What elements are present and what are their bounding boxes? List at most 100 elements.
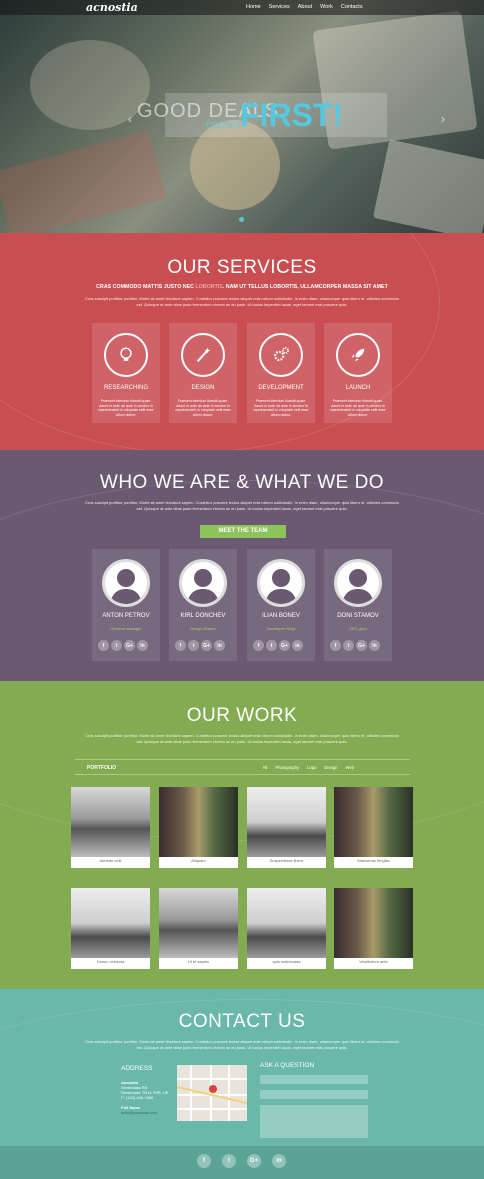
hero-photo-shape bbox=[30, 40, 150, 130]
filter-web[interactable]: Web bbox=[345, 765, 354, 770]
name-input[interactable] bbox=[260, 1075, 368, 1084]
logo[interactable]: acnostia bbox=[86, 1, 138, 14]
top-nav: acnostia Home Services About Work Contac… bbox=[0, 0, 484, 15]
portfolio-item[interactable]: quis malesuada bbox=[247, 888, 326, 969]
gears-icon bbox=[259, 333, 303, 377]
twitter-icon[interactable]: t bbox=[266, 640, 277, 651]
filter-design[interactable]: Design bbox=[324, 765, 337, 770]
avatar bbox=[257, 559, 305, 607]
portfolio-item[interactable]: Donec vehicula bbox=[71, 888, 150, 969]
services-description: Cras suscipit porttitor porttitor. Morbi… bbox=[85, 296, 399, 307]
linkedin-icon[interactable]: in bbox=[214, 640, 225, 651]
portfolio-caption: Aenean velit bbox=[99, 858, 122, 863]
portfolio-filter-bar: PORTFOLIO All Photography Logo Design We… bbox=[75, 759, 410, 775]
portfolio-item[interactable]: Aenean velit bbox=[71, 787, 150, 868]
ask-question-label: ASK A QUESTION bbox=[260, 1062, 315, 1069]
team-member-card[interactable]: KIRL DONCHEV Design Master f t G+ in bbox=[169, 549, 237, 661]
work-description: Cras suscipit porttitor porttitor. Morbi… bbox=[85, 733, 399, 744]
twitter-icon[interactable]: t bbox=[188, 640, 199, 651]
main-menu: Home Services About Work Contacts bbox=[246, 4, 363, 10]
google-plus-icon[interactable]: G+ bbox=[201, 640, 212, 651]
slider-dot[interactable] bbox=[239, 217, 244, 222]
nav-work[interactable]: Work bbox=[320, 4, 333, 10]
portfolio-caption: Vestibulum ante bbox=[359, 959, 388, 964]
service-card-design[interactable]: DESIGN Praesent interdum blandit quam. A… bbox=[169, 323, 237, 423]
team-title: WHO WE ARE & WHAT WE DO bbox=[99, 472, 385, 493]
slide-line-2: comes bbox=[206, 117, 242, 131]
nav-about[interactable]: About bbox=[298, 4, 312, 10]
hero-photo-shape bbox=[372, 139, 484, 233]
portfolio-caption: Maecenas fringilla bbox=[357, 858, 390, 863]
member-role: Developer Ninja bbox=[266, 626, 296, 631]
portfolio-item[interactable]: Suspendisse libero bbox=[247, 787, 326, 868]
service-card-researching[interactable]: RESEARCHING Praesent interdum blandit qu… bbox=[92, 323, 160, 423]
contact-description: Cras suscipit porttitor porttitor. Morbi… bbox=[85, 1039, 399, 1050]
team-section: WHO WE ARE & WHAT WE DO Cras suscipit po… bbox=[0, 450, 484, 681]
twitter-icon[interactable]: t bbox=[343, 640, 354, 651]
portfolio-image bbox=[247, 888, 326, 958]
portfolio-image bbox=[71, 888, 150, 958]
member-name: ILIAN BONEV bbox=[262, 613, 300, 619]
avatar bbox=[179, 559, 227, 607]
google-plus-icon[interactable]: G+ bbox=[124, 640, 135, 651]
service-card-development[interactable]: DEVELOPMENT Praesent interdum blandit qu… bbox=[247, 323, 315, 423]
service-title: LAUNCH bbox=[345, 385, 371, 391]
nav-contacts[interactable]: Contacts bbox=[341, 4, 363, 10]
service-text: Praesent interdum blandit quam. Aeunt in… bbox=[175, 399, 231, 417]
footer bbox=[0, 1146, 484, 1179]
linkedin-icon[interactable]: in bbox=[369, 640, 380, 651]
linkedin-icon[interactable]: in bbox=[137, 640, 148, 651]
filter-all[interactable]: All bbox=[263, 765, 268, 770]
team-member-card[interactable]: DONI STAMOV SEO guru f t G+ in bbox=[324, 549, 392, 661]
location-map[interactable] bbox=[176, 1065, 248, 1121]
facebook-icon[interactable]: f bbox=[253, 640, 264, 651]
team-member-card[interactable]: ANTON PETROV General manager f t G+ in bbox=[92, 549, 160, 661]
nav-services[interactable]: Services bbox=[269, 4, 290, 10]
slider-prev-icon[interactable]: ‹ bbox=[128, 112, 132, 126]
linkedin-icon[interactable]: in bbox=[292, 640, 303, 651]
facebook-icon[interactable]: f bbox=[98, 640, 109, 651]
service-title: RESEARCHING bbox=[103, 385, 148, 391]
google-plus-icon[interactable]: G+ bbox=[356, 640, 367, 651]
service-title: DESIGN bbox=[191, 385, 215, 391]
google-plus-icon[interactable]: G+ bbox=[279, 640, 290, 651]
portfolio-caption: Suspendisse libero bbox=[269, 858, 304, 863]
rocket-icon bbox=[336, 333, 380, 377]
facebook-icon[interactable]: f bbox=[175, 640, 186, 651]
team-member-card[interactable]: ILIAN BONEV Developer Ninja f t G+ in bbox=[247, 549, 315, 661]
facebook-icon[interactable]: f bbox=[330, 640, 341, 651]
services-section: OUR SERVICES CRAS COMMODO MATTIS JUSTO N… bbox=[0, 233, 484, 450]
portfolio-item[interactable]: Maecenas fringilla bbox=[334, 787, 413, 868]
portfolio-caption: quis malesuada bbox=[272, 959, 301, 964]
message-textarea[interactable] bbox=[260, 1105, 368, 1138]
facebook-icon[interactable]: f bbox=[197, 1154, 211, 1168]
member-name: DONI STAMOV bbox=[337, 613, 379, 619]
avatar bbox=[334, 559, 382, 607]
email-input[interactable] bbox=[260, 1090, 368, 1099]
nav-home[interactable]: Home bbox=[246, 4, 261, 10]
subtitle-part: . NAM UT TELLUS LOBORTIS, ULLAMCORPER MA… bbox=[222, 284, 388, 290]
meet-the-team-button[interactable]: MEET THE TEAM bbox=[200, 525, 286, 538]
linkedin-icon[interactable]: in bbox=[272, 1154, 286, 1168]
member-social: f t G+ in bbox=[330, 640, 380, 651]
twitter-icon[interactable]: t bbox=[111, 640, 122, 651]
hero-photo-shape bbox=[0, 130, 167, 233]
email-link[interactable]: hello@acnostia.com bbox=[121, 1110, 169, 1115]
portfolio-caption: Aliquam bbox=[191, 858, 206, 863]
member-role: SEO guru bbox=[349, 626, 367, 631]
member-name: KIRL DONCHEV bbox=[180, 613, 226, 619]
portfolio-item[interactable]: Aliquam bbox=[159, 787, 238, 868]
service-text: Praesent interdum blandit quam. Aeunt in… bbox=[253, 399, 309, 417]
slider-next-icon[interactable]: › bbox=[441, 112, 445, 126]
portfolio-caption: Ut et sapien bbox=[187, 959, 210, 964]
filter-photography[interactable]: Photography bbox=[275, 765, 299, 770]
team-description: Cras suscipit porttitor porttitor. Morbi… bbox=[85, 500, 399, 511]
filter-logo[interactable]: Logo bbox=[307, 765, 316, 770]
google-plus-icon[interactable]: G+ bbox=[247, 1154, 261, 1168]
service-card-launch[interactable]: LAUNCH Praesent interdum blandit quam. A… bbox=[324, 323, 392, 423]
portfolio-item[interactable]: Ut et sapien bbox=[159, 888, 238, 969]
twitter-icon[interactable]: t bbox=[222, 1154, 236, 1168]
services-title: OUR SERVICES bbox=[167, 257, 317, 278]
portfolio-item[interactable]: Vestibulum ante bbox=[334, 888, 413, 969]
subtitle-highlight: LOBORTIS bbox=[195, 284, 223, 290]
